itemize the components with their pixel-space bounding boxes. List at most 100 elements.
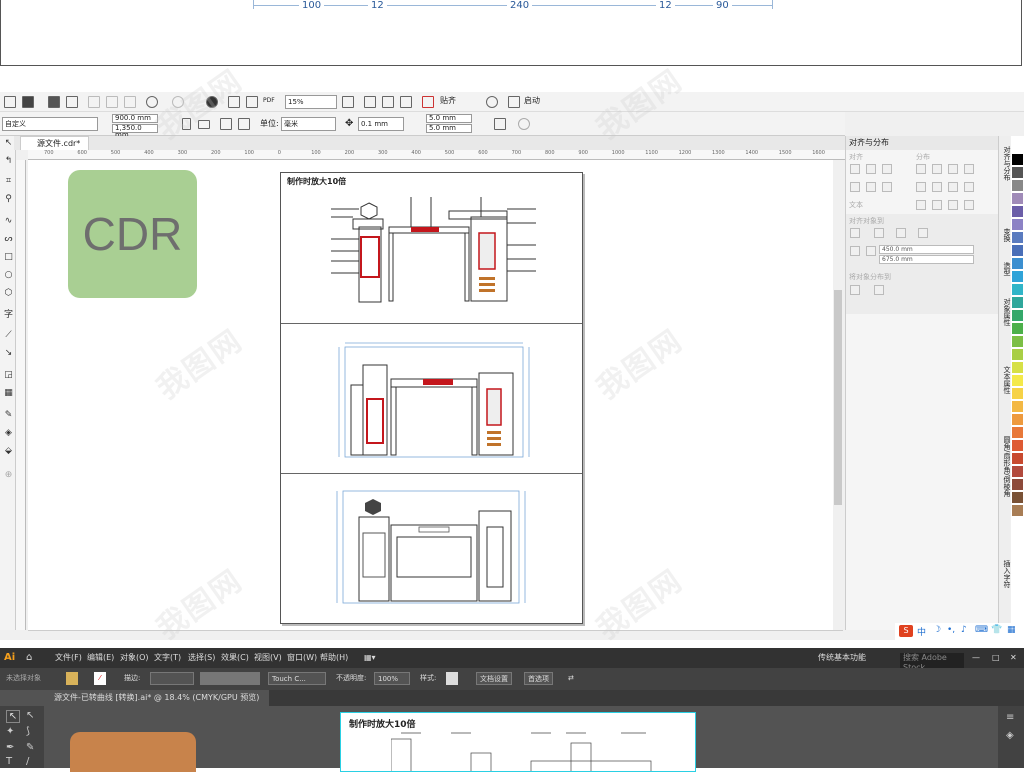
punctuation-icon[interactable]: •,	[947, 625, 955, 635]
stroke-swatch[interactable]: ⁄	[94, 672, 106, 685]
menu-type[interactable]: 文字(T)	[154, 653, 181, 663]
graphic-style-swatch[interactable]	[446, 672, 458, 685]
artboard[interactable]: 制作时放大10倍	[340, 712, 696, 772]
vertical-ruler[interactable]	[16, 160, 26, 630]
distribute-middle-icon[interactable]	[932, 182, 942, 192]
distribute-vspacing-icon[interactable]	[964, 182, 974, 192]
interactive-fill-icon[interactable]: ◈	[3, 428, 14, 439]
skin-icon[interactable]: 👕	[991, 625, 1002, 635]
document-setup-button[interactable]: 文档设置	[476, 672, 512, 685]
units-select[interactable]: 毫米	[281, 117, 336, 131]
palette-swatch[interactable]	[1012, 375, 1023, 386]
palette-swatch[interactable]	[1012, 258, 1023, 269]
drop-shadow-tool-icon[interactable]: ◲	[3, 370, 14, 381]
text-outline-icon[interactable]	[964, 200, 974, 210]
align-right-icon[interactable]	[882, 164, 892, 174]
nudge-distance-input[interactable]: 0.1 mm	[358, 117, 404, 131]
eyedropper-tool-icon[interactable]: ✎	[3, 410, 14, 421]
shape-tool-icon[interactable]: ↰	[3, 156, 14, 167]
tab-source-document[interactable]: 源文件.cdr*	[20, 136, 90, 150]
crop-tool-icon[interactable]: ⌗	[3, 176, 14, 187]
document-page[interactable]: 制作时放大10倍	[280, 172, 583, 624]
palette-swatch[interactable]	[1012, 479, 1023, 490]
ai-canvas[interactable]: 制作时放大10倍	[44, 706, 998, 772]
connector-tool-icon[interactable]: ↘	[3, 348, 14, 359]
moon-icon[interactable]: ☽	[933, 625, 941, 635]
grid-align-icon[interactable]	[918, 228, 928, 238]
align-top-icon[interactable]	[850, 182, 860, 192]
page-center-icon[interactable]	[896, 228, 906, 238]
bleed-icon[interactable]	[494, 118, 506, 130]
palette-swatch[interactable]	[1012, 440, 1023, 451]
preferences-button[interactable]: 首选项	[524, 672, 553, 685]
palette-swatch[interactable]	[1012, 414, 1023, 425]
palette-swatch[interactable]	[1012, 336, 1023, 347]
variable-width-profile[interactable]	[200, 672, 260, 685]
microphone-icon[interactable]: ♪	[961, 625, 967, 635]
redo-icon[interactable]	[172, 96, 184, 108]
rulers-icon[interactable]	[364, 96, 376, 108]
open-folder-icon[interactable]	[22, 96, 34, 108]
palette-swatch[interactable]	[1012, 349, 1023, 360]
palette-swatch[interactable]	[1012, 193, 1023, 204]
minimize-icon[interactable]: —	[972, 653, 980, 663]
align-center-icon[interactable]	[866, 164, 876, 174]
dimension-tool-icon[interactable]: ⟋	[3, 330, 14, 341]
add-tool-icon[interactable]: ⊕	[3, 470, 14, 481]
lasso-icon[interactable]: ⟆	[26, 726, 30, 737]
palette-swatch[interactable]	[1012, 297, 1023, 308]
new-document-icon[interactable]	[4, 96, 16, 108]
page-width-input[interactable]: 900.0 mm	[112, 114, 158, 123]
palette-swatch[interactable]	[1012, 206, 1023, 217]
zoom-level-input[interactable]: 15%	[285, 95, 337, 109]
artistic-media-icon[interactable]: ᔕ	[3, 234, 14, 245]
text-first-line-icon[interactable]	[916, 200, 926, 210]
ime-mode-label[interactable]: 中	[917, 625, 926, 638]
snap-to-menu[interactable]: 贴齐	[440, 95, 456, 107]
palette-swatch[interactable]	[1012, 401, 1023, 412]
palette-swatch[interactable]	[1012, 167, 1023, 178]
menu-select[interactable]: 选择(S)	[188, 653, 215, 663]
line-tool-icon[interactable]: /	[26, 756, 29, 767]
launch-icon[interactable]	[508, 96, 520, 108]
duplicate-y-input[interactable]: 5.0 mm	[426, 124, 472, 133]
distribute-center-icon[interactable]	[932, 164, 942, 174]
palette-swatch[interactable]	[1012, 180, 1023, 191]
current-page-icon[interactable]	[238, 118, 250, 130]
distribute-bottom-icon[interactable]	[948, 182, 958, 192]
distribute-selection-icon[interactable]	[850, 285, 860, 295]
align-bottom-icon[interactable]	[882, 182, 892, 192]
export-icon[interactable]	[246, 96, 258, 108]
palette-swatch[interactable]	[1012, 388, 1023, 399]
freehand-tool-icon[interactable]: ∿	[3, 216, 14, 227]
point-picker-icon[interactable]	[866, 246, 876, 256]
workspace-switcher[interactable]: 传统基本功能	[818, 653, 866, 663]
page-height-input[interactable]: 1,350.0 mm	[112, 124, 158, 139]
side-tab-transform[interactable]: 变换	[999, 228, 1011, 242]
distribute-top-icon[interactable]	[916, 182, 926, 192]
toolbox-grid-icon[interactable]: ▦	[1007, 625, 1016, 635]
fill-swatch[interactable]	[66, 672, 78, 685]
arrange-documents-icon[interactable]: ▦▾	[364, 653, 376, 663]
brush-definition-select[interactable]: Touch C...	[268, 672, 326, 685]
transparency-tool-icon[interactable]: ▦	[3, 388, 14, 399]
search-content-icon[interactable]	[206, 96, 218, 108]
palette-swatch[interactable]	[1012, 466, 1023, 477]
text-bbox-icon[interactable]	[948, 200, 958, 210]
palette-swatch[interactable]	[1012, 154, 1023, 165]
text-tool-icon[interactable]: 字	[3, 310, 14, 321]
transform-icon[interactable]: ⇄	[568, 672, 574, 685]
side-tab-align[interactable]: 对齐与分布	[999, 146, 1011, 181]
print-icon[interactable]	[66, 96, 78, 108]
stroke-weight-input[interactable]	[150, 672, 194, 685]
paste-icon[interactable]	[124, 96, 136, 108]
sogou-ime-icon[interactable]: S	[899, 625, 913, 637]
scrollbar-thumb[interactable]	[834, 290, 842, 505]
palette-swatch[interactable]	[1012, 323, 1023, 334]
palette-swatch[interactable]	[1012, 453, 1023, 464]
launch-menu[interactable]: 启动	[524, 95, 540, 107]
text-last-line-icon[interactable]	[932, 200, 942, 210]
cut-icon[interactable]	[88, 96, 100, 108]
palette-swatch[interactable]	[1012, 492, 1023, 503]
guidelines-icon[interactable]	[400, 96, 412, 108]
